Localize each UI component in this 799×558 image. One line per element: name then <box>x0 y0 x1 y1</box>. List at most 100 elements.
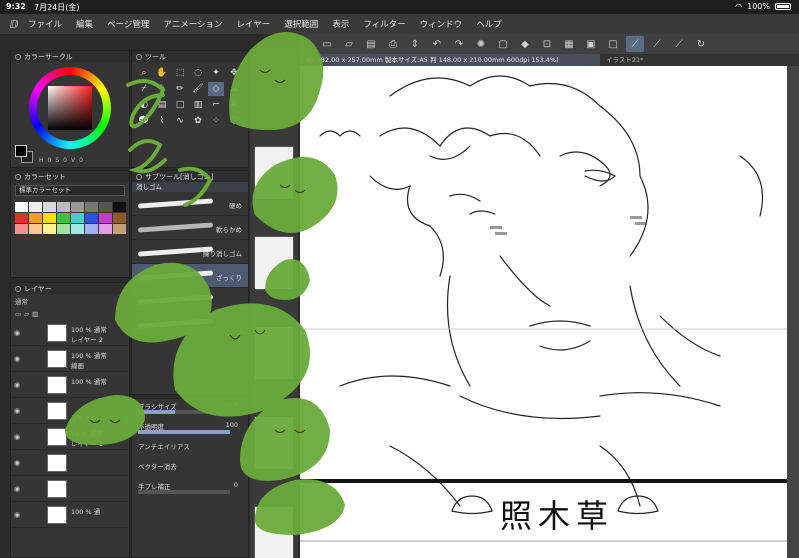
color-swatch[interactable] <box>43 202 56 212</box>
drawing-canvas[interactable]: 照木草 <box>300 66 787 558</box>
tab-document-1[interactable]: B5 182.00 x 257.00mm 製本サイズ:A5 判 148.00 x… <box>300 54 600 66</box>
correct-icon[interactable]: ∿ <box>172 114 188 128</box>
color-swatch[interactable] <box>113 213 126 223</box>
eyedropper-icon[interactable]: ⌿ <box>136 82 152 96</box>
color-set-header[interactable]: カラーセット <box>11 171 129 182</box>
expand-icon[interactable]: ⇕ <box>406 36 424 52</box>
color-swatch[interactable] <box>57 224 70 234</box>
balloon-icon[interactable]: 💬 <box>136 114 152 128</box>
color-swatch[interactable] <box>113 202 126 212</box>
transform-icon[interactable]: ⊡ <box>538 36 556 52</box>
menu-animation[interactable]: アニメーション <box>163 18 222 30</box>
vector-erase-row[interactable]: ベクター消去 <box>132 459 248 479</box>
color-swatch[interactable] <box>113 224 126 234</box>
select-icon[interactable]: ⬚ <box>172 66 188 80</box>
new-layer-icon[interactable]: ▭ <box>15 310 21 318</box>
pen-icon[interactable]: ✎ <box>154 82 170 96</box>
brush-size-slider[interactable] <box>138 410 230 414</box>
visibility-eye-icon[interactable]: ◉ <box>14 329 20 337</box>
page-thumb[interactable] <box>254 326 294 380</box>
grid-icon[interactable]: ▦ <box>560 36 578 52</box>
frame-icon[interactable]: ▥ <box>190 98 206 112</box>
new-file-icon[interactable]: ▭ <box>318 36 336 52</box>
layer-row[interactable]: ◉ 29 % 通常 レイヤー 1 <box>11 424 129 450</box>
3d-icon[interactable]: ⬡ <box>226 114 242 128</box>
color-swatch[interactable] <box>85 224 98 234</box>
brush-size-row[interactable]: ブラシサイズ 23.6 <box>132 399 248 419</box>
menu-page[interactable]: ページ管理 <box>107 18 149 30</box>
sub-tool-header[interactable]: サブツール[消しゴム] <box>132 171 248 182</box>
open-folder-icon[interactable]: ▱ <box>340 36 358 52</box>
redo-icon[interactable]: ↷ <box>450 36 468 52</box>
color-swatch[interactable] <box>15 224 28 234</box>
antialias-row[interactable]: アンチエイリアス <box>132 439 248 459</box>
color-swatch[interactable] <box>99 224 112 234</box>
layer-row[interactable]: ◉ 100 % 通常 レイヤー 2 <box>11 320 129 346</box>
saturation-value-square[interactable] <box>48 86 92 130</box>
hand-icon[interactable]: ✋ <box>154 66 170 80</box>
color-set-select[interactable]: 標準カラーセット <box>15 185 125 196</box>
right-edge-scroller[interactable] <box>787 66 799 558</box>
layer-row[interactable]: ◉ 100 % 通常 <box>11 372 129 398</box>
loading-icon[interactable]: ✺ <box>472 36 490 52</box>
menu-window[interactable]: ウィンドウ <box>420 18 463 30</box>
menu-selection[interactable]: 選択範囲 <box>284 18 318 30</box>
sub-tool-group[interactable]: 消しゴム <box>132 182 248 192</box>
layer-row[interactable]: ◉ フキダシ 1 <box>11 398 129 424</box>
print-icon[interactable]: ⎙ <box>384 36 402 52</box>
layer-row[interactable]: ◉ <box>11 476 129 502</box>
layer-row[interactable]: ◉ 100 % 通常 線画 <box>11 346 129 372</box>
menu-filter[interactable]: フィルター <box>363 18 405 30</box>
pencil-icon[interactable]: ✏ <box>172 82 188 96</box>
visibility-eye-icon[interactable]: ◉ <box>14 407 20 415</box>
brush-icon[interactable]: 🖌 <box>190 82 206 96</box>
opacity-slider[interactable] <box>138 430 230 434</box>
visibility-eye-icon[interactable]: ◉ <box>14 485 20 493</box>
menu-file[interactable]: ファイル <box>28 18 62 30</box>
stabilize-row[interactable]: 手ブレ補正 0 <box>132 479 248 499</box>
select-all-icon[interactable]: ▣ <box>582 36 600 52</box>
decoration-icon[interactable]: ✿ <box>190 114 206 128</box>
fill-bucket-icon[interactable]: ◐ <box>136 98 152 112</box>
opacity-row[interactable]: 不透明度 100 <box>132 419 248 439</box>
menu-view[interactable]: 表示 <box>332 18 349 30</box>
stabilize-slider[interactable] <box>138 490 230 494</box>
tool-panel-header[interactable]: ツール <box>132 51 248 62</box>
color-swatch[interactable] <box>57 213 70 223</box>
deselect-icon[interactable]: □ <box>604 36 622 52</box>
color-swatch[interactable] <box>99 213 112 223</box>
layer-row[interactable]: ◉ <box>11 450 129 476</box>
color-swatch[interactable] <box>43 213 56 223</box>
visibility-eye-icon[interactable]: ◉ <box>14 355 20 363</box>
trash-icon[interactable]: ▥ <box>32 310 38 318</box>
color-swatch[interactable] <box>29 224 42 234</box>
eraser-icon[interactable]: ◇ <box>208 82 224 96</box>
zoom-icon[interactable]: ⌕ <box>136 66 152 80</box>
color-swatch[interactable] <box>15 213 28 223</box>
color-swatch[interactable] <box>99 202 112 212</box>
brush-soft[interactable]: 軟らかめ <box>132 216 248 240</box>
app-logo-icon[interactable]: ⅅ <box>0 18 28 31</box>
menu-help[interactable]: ヘルプ <box>476 18 502 30</box>
undo-icon[interactable]: ↶ <box>428 36 446 52</box>
color-swatch[interactable] <box>71 213 84 223</box>
menu-edit[interactable]: 編集 <box>76 18 93 30</box>
wand-icon[interactable]: ✦ <box>208 66 224 80</box>
sync-icon[interactable]: ↻ <box>692 36 710 52</box>
page-thumb[interactable] <box>254 416 294 470</box>
visibility-eye-icon[interactable]: ◉ <box>14 381 20 389</box>
page-thumb[interactable] <box>254 146 294 200</box>
visibility-eye-icon[interactable]: ◉ <box>14 433 20 441</box>
clear-icon[interactable]: ▢ <box>494 36 512 52</box>
brush-kneaded[interactable]: 練り消しゴム <box>132 240 248 264</box>
color-swatch[interactable] <box>71 224 84 234</box>
layer-row[interactable]: ◉ 100 % 通 <box>11 502 129 528</box>
move-icon[interactable]: ✥ <box>226 66 242 80</box>
color-swatch[interactable] <box>85 202 98 212</box>
pen-line-icon[interactable]: ⟋ <box>670 36 688 52</box>
color-swatch[interactable] <box>43 224 56 234</box>
brush-6[interactable] <box>132 312 248 336</box>
shape-icon[interactable]: □ <box>172 98 188 112</box>
color-swatch[interactable] <box>15 202 28 212</box>
brush-5[interactable] <box>132 288 248 312</box>
